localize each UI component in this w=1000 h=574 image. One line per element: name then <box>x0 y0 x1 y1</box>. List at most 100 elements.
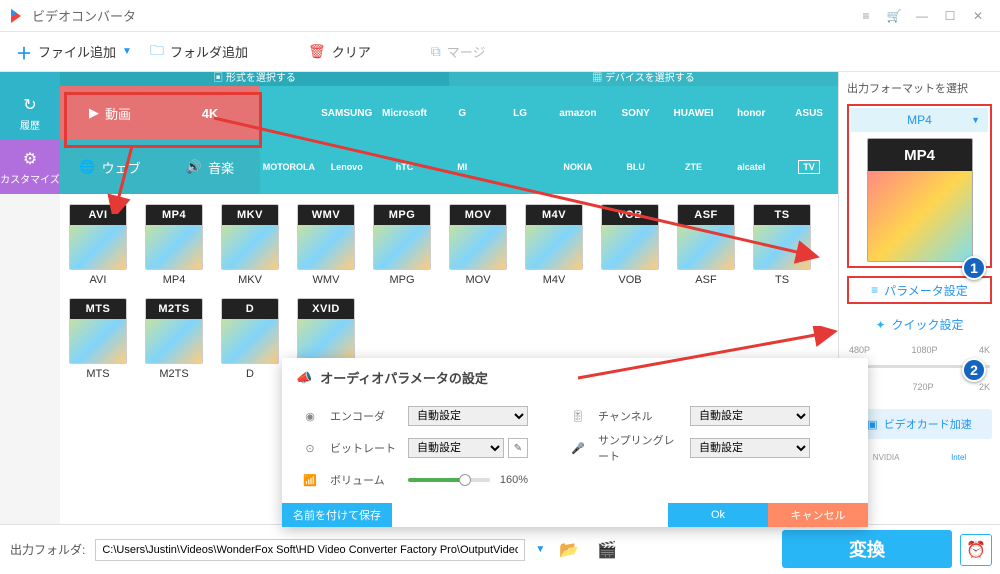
minimize-button[interactable]: — <box>908 2 936 30</box>
brand-3[interactable]: G <box>433 86 491 140</box>
alarm-button[interactable]: ⏰ <box>960 534 992 566</box>
format-vob[interactable]: VOBVOB <box>598 204 662 286</box>
format-label: VOB <box>618 274 641 286</box>
encoder-select[interactable]: 自動設定 <box>408 406 528 426</box>
format-wmv[interactable]: WMVWMV <box>294 204 358 286</box>
window-title: ビデオコンバータ <box>32 6 852 25</box>
save-as-button[interactable]: 名前を付けて保存 <box>282 503 392 527</box>
content: ↻ 履歴 ⚙ カスタマイズ ▣ 形式を選択する ▦ デバイスを選択する ▶動画 … <box>0 72 1000 524</box>
cat-video[interactable]: ▶動画 <box>60 86 160 140</box>
brand2-4[interactable] <box>491 140 549 194</box>
merge-label: マージ <box>447 42 486 61</box>
brand-7[interactable]: HUAWEI <box>665 86 723 140</box>
output-format-label: MP4 <box>907 113 932 127</box>
parameter-settings-button[interactable]: ≡ パラメータ設定 <box>847 276 992 304</box>
clear-button[interactable]: 🗑 クリア <box>308 42 371 61</box>
cancel-button[interactable]: キャンセル <box>768 503 868 527</box>
main-area: ▣ 形式を選択する ▦ デバイスを選択する ▶動画 4K 🌐ウェブ 🔊音楽 SA… <box>60 72 838 524</box>
nvidia-logo: NVIDIA <box>873 453 900 462</box>
format-mpg[interactable]: MPGMPG <box>370 204 434 286</box>
gear-icon: ⚙ <box>23 149 37 169</box>
encoder-icon: ◉ <box>300 410 320 423</box>
sample-select[interactable]: 自動設定 <box>690 438 810 458</box>
folder-icon: 🗀 <box>150 40 164 64</box>
merge-button[interactable]: ⧉ マージ <box>431 42 486 61</box>
cat-audio[interactable]: 🔊音楽 <box>160 140 260 194</box>
bitrate-edit-button[interactable]: ✎ <box>508 438 528 458</box>
brand2-5[interactable]: NOKIA <box>549 140 607 194</box>
format-asf[interactable]: ASFASF <box>674 204 738 286</box>
plus-icon: ＋ <box>16 40 32 64</box>
caret-down-icon: ▼ <box>971 115 980 125</box>
add-file-label: ファイル追加 <box>38 42 116 61</box>
brand2-1[interactable]: Lenovo <box>318 140 376 194</box>
caret-down-icon[interactable]: ▼ <box>535 544 545 555</box>
format-label: AVI <box>90 274 107 286</box>
left-rail: ↻ 履歴 ⚙ カスタマイズ <box>0 72 60 524</box>
format-m2ts[interactable]: M2TSM2TS <box>142 298 206 380</box>
format-label: ASF <box>695 274 716 286</box>
format-mkv[interactable]: MKVMKV <box>218 204 282 286</box>
ok-button[interactable]: Ok <box>668 503 768 527</box>
add-folder-button[interactable]: 🗀 フォルダ追加 <box>150 40 248 64</box>
brand-6[interactable]: SONY <box>607 86 665 140</box>
format-mts[interactable]: MTSMTS <box>66 298 130 380</box>
output-format-selector[interactable]: MP4▼ MP4 <box>847 104 992 268</box>
format-dv[interactable]: DD <box>218 298 282 380</box>
quality-labels-bottom: 自動720P2K <box>847 382 992 395</box>
format-ts[interactable]: TSTS <box>750 204 814 286</box>
slider-icon: ≡ <box>871 283 878 297</box>
brand2-9[interactable]: TV <box>780 140 838 194</box>
brand2-8[interactable]: alcatel <box>722 140 780 194</box>
brand-2[interactable]: Microsoft <box>376 86 434 140</box>
globe-icon: 🌐 <box>79 159 95 175</box>
brand-8[interactable]: honor <box>722 86 780 140</box>
add-file-button[interactable]: ＋ ファイル追加 ▼ <box>16 40 132 64</box>
annotation-badge-1: 1 <box>962 256 986 280</box>
open-folder-button[interactable]: 📂 <box>555 536 583 564</box>
brand-0[interactable] <box>260 86 318 140</box>
format-mov[interactable]: MOVMOV <box>446 204 510 286</box>
channel-select[interactable]: 自動設定 <box>690 406 810 426</box>
output-folder-input[interactable] <box>95 539 525 561</box>
rail-history[interactable]: ↻ 履歴 <box>0 86 60 140</box>
brand2-0[interactable]: MOTOROLA <box>260 140 318 194</box>
menu-button[interactable]: ≡ <box>852 2 880 30</box>
history-icon: ↻ <box>23 95 36 115</box>
format-label: MPG <box>389 274 414 286</box>
format-mp4[interactable]: MP4MP4 <box>142 204 206 286</box>
brand-4[interactable]: LG <box>491 86 549 140</box>
cat-web[interactable]: 🌐ウェブ <box>60 140 160 194</box>
brand-9[interactable]: ASUS <box>780 86 838 140</box>
tab-format[interactable]: ▣ 形式を選択する <box>60 72 449 86</box>
channel-icon: 🎚 <box>568 410 588 423</box>
quick-settings: ✦ クイック設定 <box>847 316 992 333</box>
cart-button[interactable]: 🛒 <box>880 2 908 30</box>
brand2-2[interactable]: hTC <box>376 140 434 194</box>
brand2-7[interactable]: ZTE <box>665 140 723 194</box>
volume-slider[interactable] <box>408 478 490 482</box>
convert-button[interactable]: 変換 <box>782 530 952 568</box>
intel-logo: Intel <box>951 453 966 462</box>
film-icon[interactable]: 🎬 <box>593 536 621 564</box>
rail-customize[interactable]: ⚙ カスタマイズ <box>0 140 60 194</box>
brand2-3[interactable]: MI <box>433 140 491 194</box>
volume-label: ボリューム <box>330 472 398 488</box>
title-bar: ビデオコンバータ ≡ 🛒 — ☐ ✕ <box>0 0 1000 32</box>
format-m4v[interactable]: M4VM4V <box>522 204 586 286</box>
close-button[interactable]: ✕ <box>964 2 992 30</box>
format-avi[interactable]: AVIAVI <box>66 204 130 286</box>
brand-1[interactable]: SAMSUNG <box>318 86 376 140</box>
add-folder-label: フォルダ追加 <box>170 42 248 61</box>
format-label: MP4 <box>163 274 186 286</box>
clear-label: クリア <box>332 42 371 61</box>
brand2-6[interactable]: BLU <box>607 140 665 194</box>
tab-device[interactable]: ▦ デバイスを選択する <box>449 72 838 86</box>
sparkle-icon: ✦ <box>875 318 885 332</box>
cat-4k[interactable]: 4K <box>160 86 260 140</box>
rail-history-label: 履歴 <box>20 117 40 132</box>
maximize-button[interactable]: ☐ <box>936 2 964 30</box>
bitrate-select[interactable]: 自動設定 <box>408 438 504 458</box>
brand-5[interactable]: amazon <box>549 86 607 140</box>
gpu-accel-button[interactable]: ▣ ビデオカード加速 <box>847 409 992 439</box>
